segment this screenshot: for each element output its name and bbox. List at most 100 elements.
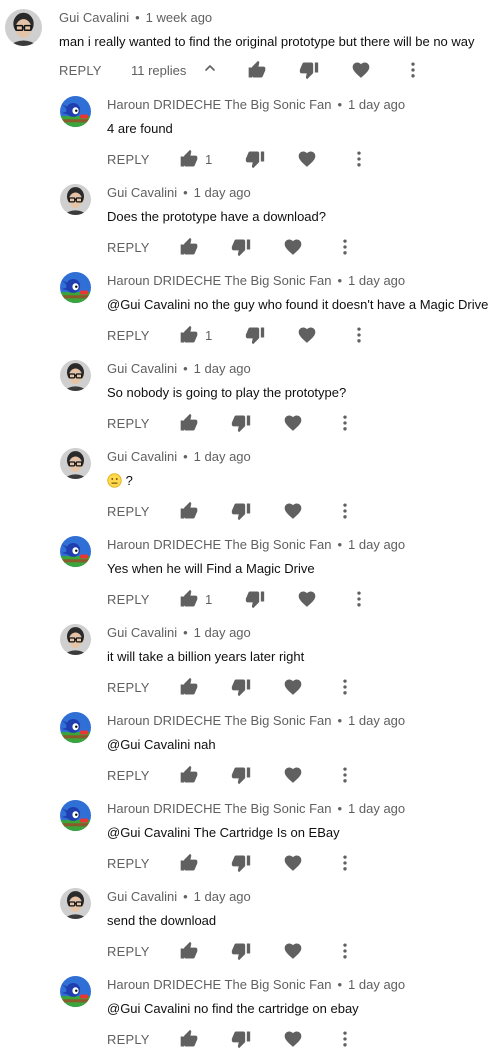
heart-icon[interactable] — [297, 149, 317, 169]
timestamp[interactable]: 1 day ago — [194, 449, 251, 464]
more-vert-icon[interactable] — [403, 60, 423, 80]
reply-button[interactable]: REPLY — [107, 328, 150, 343]
timestamp[interactable]: 1 day ago — [348, 273, 405, 288]
timestamp[interactable]: 1 day ago — [348, 801, 405, 816]
more-vert-icon[interactable] — [349, 149, 369, 169]
timestamp[interactable]: 1 week ago — [146, 10, 213, 25]
reply-button[interactable]: REPLY — [107, 416, 150, 431]
replies-toggle[interactable]: 11 replies — [131, 63, 186, 78]
avatar[interactable] — [60, 272, 91, 303]
timestamp[interactable]: 1 day ago — [348, 97, 405, 112]
thumb-up-icon[interactable] — [179, 853, 199, 873]
more-vert-icon[interactable] — [335, 853, 355, 873]
avatar[interactable] — [60, 184, 91, 215]
thumb-up-icon[interactable] — [179, 501, 199, 521]
thumb-down-icon[interactable] — [245, 325, 265, 345]
heart-icon[interactable] — [283, 765, 303, 785]
thumb-down-icon[interactable] — [231, 237, 251, 257]
thumb-down-icon[interactable] — [231, 1029, 251, 1049]
author-name[interactable]: Gui Cavalini — [107, 625, 177, 640]
heart-icon[interactable] — [297, 589, 317, 609]
avatar[interactable] — [60, 976, 91, 1007]
more-vert-icon[interactable] — [335, 941, 355, 961]
author-name[interactable]: Haroun DRIDECHE The Big Sonic Fan — [107, 537, 331, 552]
heart-icon[interactable] — [283, 677, 303, 697]
author-name[interactable]: Gui Cavalini — [59, 10, 129, 25]
more-vert-icon[interactable] — [335, 1029, 355, 1049]
thumb-up-icon[interactable] — [179, 941, 199, 961]
heart-icon[interactable] — [283, 237, 303, 257]
thumb-down-icon[interactable] — [231, 677, 251, 697]
avatar[interactable] — [60, 96, 91, 127]
reply-button[interactable]: REPLY — [107, 768, 150, 783]
author-name[interactable]: Gui Cavalini — [107, 361, 177, 376]
timestamp[interactable]: 1 day ago — [194, 625, 251, 640]
thumb-up-icon[interactable] — [179, 149, 199, 169]
thumb-up-icon[interactable] — [179, 325, 199, 345]
reply-button[interactable]: REPLY — [107, 680, 150, 695]
timestamp[interactable]: 1 day ago — [348, 977, 405, 992]
timestamp[interactable]: 1 day ago — [194, 361, 251, 376]
author-name[interactable]: Haroun DRIDECHE The Big Sonic Fan — [107, 977, 331, 992]
more-vert-icon[interactable] — [335, 413, 355, 433]
more-vert-icon[interactable] — [335, 677, 355, 697]
comment-text-body: send the download — [107, 913, 217, 928]
author-name[interactable]: Haroun DRIDECHE The Big Sonic Fan — [107, 713, 331, 728]
thumb-down-icon[interactable] — [245, 589, 265, 609]
thumb-down-icon[interactable] — [231, 941, 251, 961]
timestamp[interactable]: 1 day ago — [348, 713, 405, 728]
thumb-up-icon[interactable] — [179, 589, 199, 609]
thumb-down-icon[interactable] — [231, 765, 251, 785]
author-name[interactable]: Haroun DRIDECHE The Big Sonic Fan — [107, 97, 331, 112]
comment-actions: REPLY 1 — [107, 323, 500, 347]
more-vert-icon[interactable] — [349, 325, 369, 345]
heart-icon[interactable] — [283, 501, 303, 521]
more-vert-icon[interactable] — [335, 237, 355, 257]
thumb-down-icon[interactable] — [299, 60, 319, 80]
thumb-down-icon[interactable] — [231, 853, 251, 873]
thumb-up-icon[interactable] — [179, 413, 199, 433]
thumb-down-icon[interactable] — [231, 501, 251, 521]
thumb-down-icon[interactable] — [245, 149, 265, 169]
thumb-up-icon[interactable] — [247, 60, 267, 80]
reply-button[interactable]: REPLY — [107, 504, 150, 519]
reply-button[interactable]: REPLY — [107, 240, 150, 255]
author-name[interactable]: Haroun DRIDECHE The Big Sonic Fan — [107, 801, 331, 816]
reply-button[interactable]: REPLY — [107, 592, 150, 607]
thumb-up-icon[interactable] — [179, 237, 199, 257]
reply-button[interactable]: REPLY — [107, 944, 150, 959]
heart-icon[interactable] — [283, 853, 303, 873]
reply-button[interactable]: REPLY — [107, 1032, 150, 1047]
author-name[interactable]: Gui Cavalini — [107, 889, 177, 904]
heart-icon[interactable] — [283, 413, 303, 433]
thumb-up-icon[interactable] — [179, 765, 199, 785]
avatar[interactable] — [60, 360, 91, 391]
more-vert-icon[interactable] — [335, 501, 355, 521]
reply-button[interactable]: REPLY — [107, 152, 150, 167]
avatar[interactable] — [60, 800, 91, 831]
thumb-down-icon[interactable] — [231, 413, 251, 433]
heart-icon[interactable] — [283, 1029, 303, 1049]
avatar[interactable] — [5, 9, 42, 46]
avatar[interactable] — [60, 888, 91, 919]
thumb-up-icon[interactable] — [179, 677, 199, 697]
heart-icon[interactable] — [283, 941, 303, 961]
reply-button[interactable]: REPLY — [107, 856, 150, 871]
avatar[interactable] — [60, 536, 91, 567]
timestamp[interactable]: 1 day ago — [348, 537, 405, 552]
reply-button[interactable]: REPLY — [59, 63, 102, 78]
timestamp[interactable]: 1 day ago — [194, 185, 251, 200]
more-vert-icon[interactable] — [335, 765, 355, 785]
heart-icon[interactable] — [297, 325, 317, 345]
timestamp[interactable]: 1 day ago — [194, 889, 251, 904]
avatar[interactable] — [60, 712, 91, 743]
author-name[interactable]: Gui Cavalini — [107, 449, 177, 464]
thumb-up-icon[interactable] — [179, 1029, 199, 1049]
more-vert-icon[interactable] — [349, 589, 369, 609]
avatar[interactable] — [60, 448, 91, 479]
heart-icon[interactable] — [351, 60, 371, 80]
author-name[interactable]: Haroun DRIDECHE The Big Sonic Fan — [107, 273, 331, 288]
avatar[interactable] — [60, 624, 91, 655]
author-name[interactable]: Gui Cavalini — [107, 185, 177, 200]
chevron-up-icon[interactable] — [202, 60, 218, 76]
